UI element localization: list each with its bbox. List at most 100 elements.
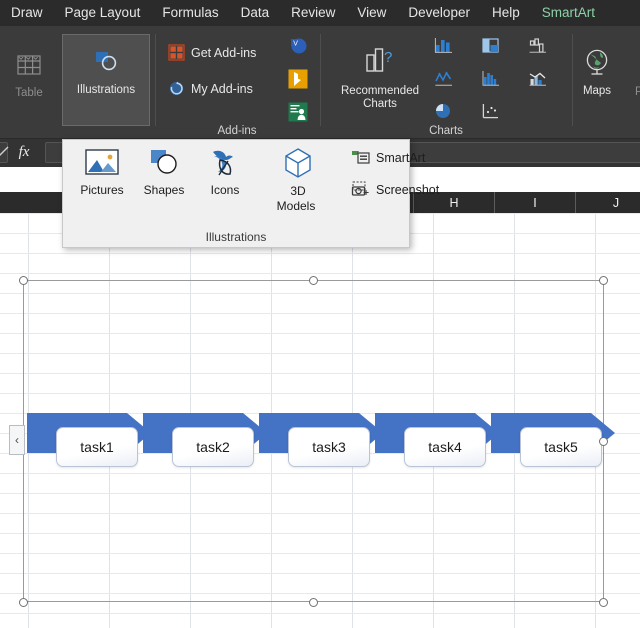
column-chart-button[interactable]: ⱟ [434,36,457,54]
pie-chart-icon [434,102,454,120]
smartart-node[interactable]: task5 [491,413,615,471]
shapes-button[interactable]: Shapes ⱟ [133,146,195,208]
pictures-button[interactable]: Pictures ⱟ [71,146,133,208]
resize-handle-bottom-left[interactable] [19,598,28,607]
column-chart-icon [434,36,454,54]
pivotchart-button[interactable]: Piv [623,86,640,99]
column-header-J[interactable]: J [576,192,640,213]
smartart-node-box[interactable]: task4 [404,427,486,467]
tab-page-layout[interactable]: Page Layout [54,0,152,26]
smartart-node-box[interactable]: task5 [520,427,602,467]
screenshot-camera-icon [351,181,370,198]
smartart-icon [351,149,370,166]
recommended-charts-label-1: Recommended [341,85,419,98]
visio-addin-icon[interactable]: V [288,36,308,56]
tours-group: Maps ⱟ Piv [573,26,640,139]
smartart-text-pane-toggle[interactable]: ‹ [9,425,25,455]
3d-models-button-label-2: Models [277,199,316,214]
smartart-node-label: task5 [544,439,577,455]
3d-models-button[interactable]: 3D Models ⱟ [255,146,341,214]
get-addins-icon [168,44,185,61]
smartart-node[interactable]: task1 [27,413,151,471]
svg-text:V: V [293,40,298,47]
maps-button[interactable]: Maps ⱟ [573,48,621,108]
line-chart-icon [434,69,454,87]
tab-draw[interactable]: Draw [0,0,54,26]
screenshot-button[interactable]: Screenshot ⱟ [351,181,446,198]
recommended-charts-label-2: Charts [363,98,397,111]
resize-handle-bottom-center[interactable] [309,598,318,607]
line-chart-button[interactable]: ⱟ [434,69,457,87]
column-header-I[interactable]: I [495,192,576,213]
illustrations-button[interactable]: Illustrations ⱟ [62,34,150,126]
addins-group-label: Add-ins [156,125,318,137]
smartart-button[interactable]: SmartArt [351,149,425,166]
grid-row-line [0,273,640,274]
bing-maps-addin-icon[interactable] [288,69,308,89]
people-graph-addin-icon[interactable] [288,102,308,122]
cube-icon [279,146,317,184]
picture-icon [83,146,121,183]
leaf-bird-icon [206,146,244,183]
combo-chart-button[interactable]: ⱟ [528,69,551,87]
smartart-graphic[interactable]: task1 task2 task3 [23,280,604,602]
tab-data[interactable]: Data [230,0,281,26]
maps-button-label: Maps [583,85,611,98]
ribbon-tabstrip: Draw Page Layout Formulas Data Review Vi… [0,0,640,26]
tab-help[interactable]: Help [481,0,531,26]
tab-developer[interactable]: Developer [397,0,481,26]
tab-smartart[interactable]: SmartArt [531,0,606,26]
smartart-node-box[interactable]: task1 [56,427,138,467]
combo-chart-icon [528,69,548,87]
resize-handle-top-right[interactable] [599,276,608,285]
addins-group: Get Add-ins My Add-ins ⱟ V [156,26,318,139]
shapes-button-label: Shapes [144,183,185,197]
table-button[interactable]: Table [5,50,53,100]
illustrations-dropdown-panel: Pictures ⱟ Shapes ⱟ [62,139,410,248]
resize-handle-top-left[interactable] [19,276,28,285]
resize-handle-middle-right[interactable] [599,437,608,446]
pictures-button-label: Pictures [80,183,123,197]
smartart-node[interactable]: task2 [143,413,267,471]
get-addins-button[interactable]: Get Add-ins [168,44,256,61]
grid-row-line [0,253,640,254]
tables-group: Table [0,26,58,139]
3d-models-button-label-1: 3D [290,184,305,199]
table-icon [14,50,44,84]
illustrations-panel-group-label: Illustrations [63,230,409,244]
smartart-button-label: SmartArt [376,151,425,165]
ribbon-body: Table Illustrations ⱟ [0,26,640,139]
icons-button-label: Icons [211,183,240,197]
icons-button[interactable]: Icons [195,146,255,197]
resize-handle-top-center[interactable] [309,276,318,285]
smartart-node-label: task3 [312,439,345,455]
globe-icon [581,48,613,82]
worksheet-grid[interactable]: task1 task2 task3 [0,213,640,628]
smartart-node-label: task1 [80,439,113,455]
statistic-chart-icon [481,69,501,87]
pie-chart-button[interactable]: ⱟ [434,102,457,120]
recommended-charts-icon: ? [363,46,397,82]
smartart-node-label: task2 [196,439,229,455]
hierarchy-chart-button[interactable]: ⱟ [481,36,504,54]
scatter-chart-button[interactable]: ⱟ [481,102,504,120]
illustrations-icon [91,47,121,81]
waterfall-chart-button[interactable]: ⱟ [528,36,551,54]
smartart-node[interactable]: task4 [375,413,499,471]
smartart-node-box[interactable]: task3 [288,427,370,467]
smartart-node-box[interactable]: task2 [172,427,254,467]
pivotchart-label: Piv [635,86,640,99]
my-addins-label: My Add-ins [191,82,253,96]
resize-handle-bottom-right[interactable] [599,598,608,607]
waterfall-chart-icon [528,36,548,54]
my-addins-button[interactable]: My Add-ins ⱟ [168,80,260,97]
tab-view[interactable]: View [346,0,397,26]
recommended-charts-button[interactable]: ? Recommended Charts [329,46,431,111]
smartart-node[interactable]: task3 [259,413,383,471]
insert-function-icon[interactable]: fx [8,142,40,163]
grid-row-line [0,613,640,614]
tab-review[interactable]: Review [280,0,346,26]
excel-window: Draw Page Layout Formulas Data Review Vi… [0,0,640,628]
tab-formulas[interactable]: Formulas [151,0,229,26]
statistic-chart-button[interactable]: ⱟ [481,69,504,87]
